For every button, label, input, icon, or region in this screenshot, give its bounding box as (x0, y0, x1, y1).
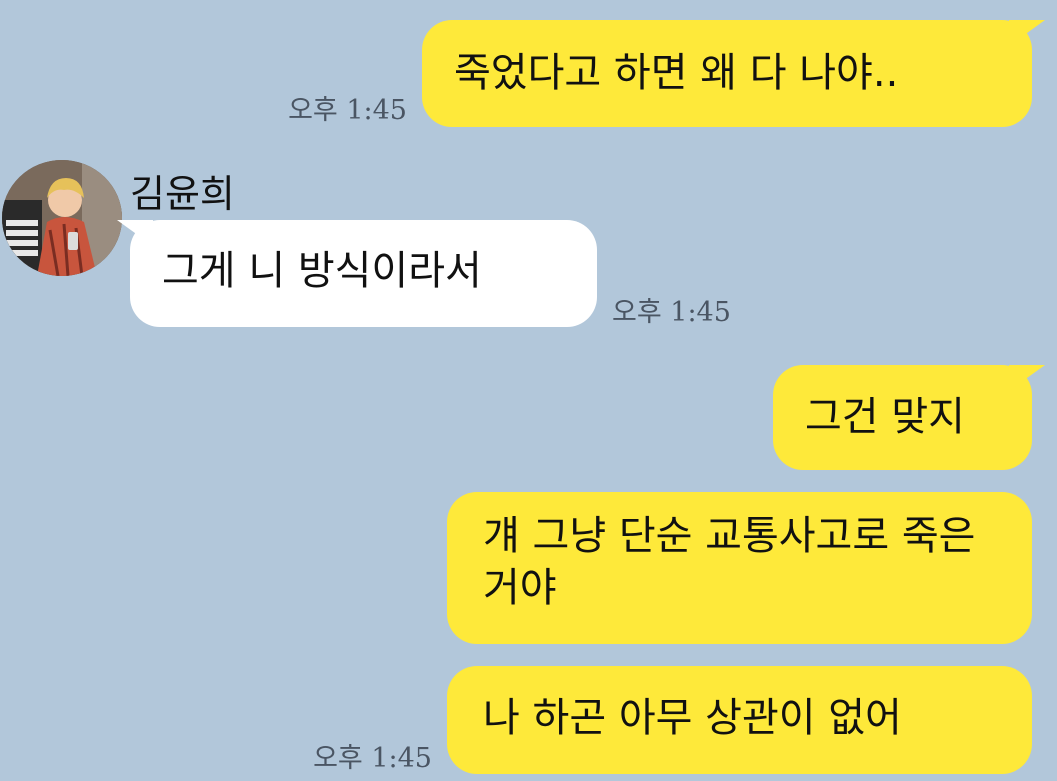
my-message-bubble[interactable]: 걔 그냥 단순 교통사고로 죽은거야 (447, 492, 1032, 644)
message-time: 오후 1:45 (288, 95, 407, 126)
my-message-bubble[interactable]: 나 하곤 아무 상관이 없어 (447, 666, 1032, 774)
contact-name: 김윤희 (130, 172, 235, 216)
avatar-photo-icon (2, 160, 122, 276)
contact-message-bubble[interactable]: 그게 니 방식이라서 (130, 220, 597, 327)
my-message-bubble[interactable]: 그건 맞지 (773, 365, 1032, 470)
chat-room: 오후 1:45 죽었다고 하면 왜 다 나야.. 김윤희 그게 니 방식이라서 … (0, 0, 1057, 781)
message-time: 오후 1:45 (612, 297, 731, 328)
contact-avatar[interactable] (2, 160, 122, 276)
message-time: 오후 1:45 (313, 743, 432, 774)
my-message-bubble[interactable]: 죽었다고 하면 왜 다 나야.. (422, 20, 1032, 127)
